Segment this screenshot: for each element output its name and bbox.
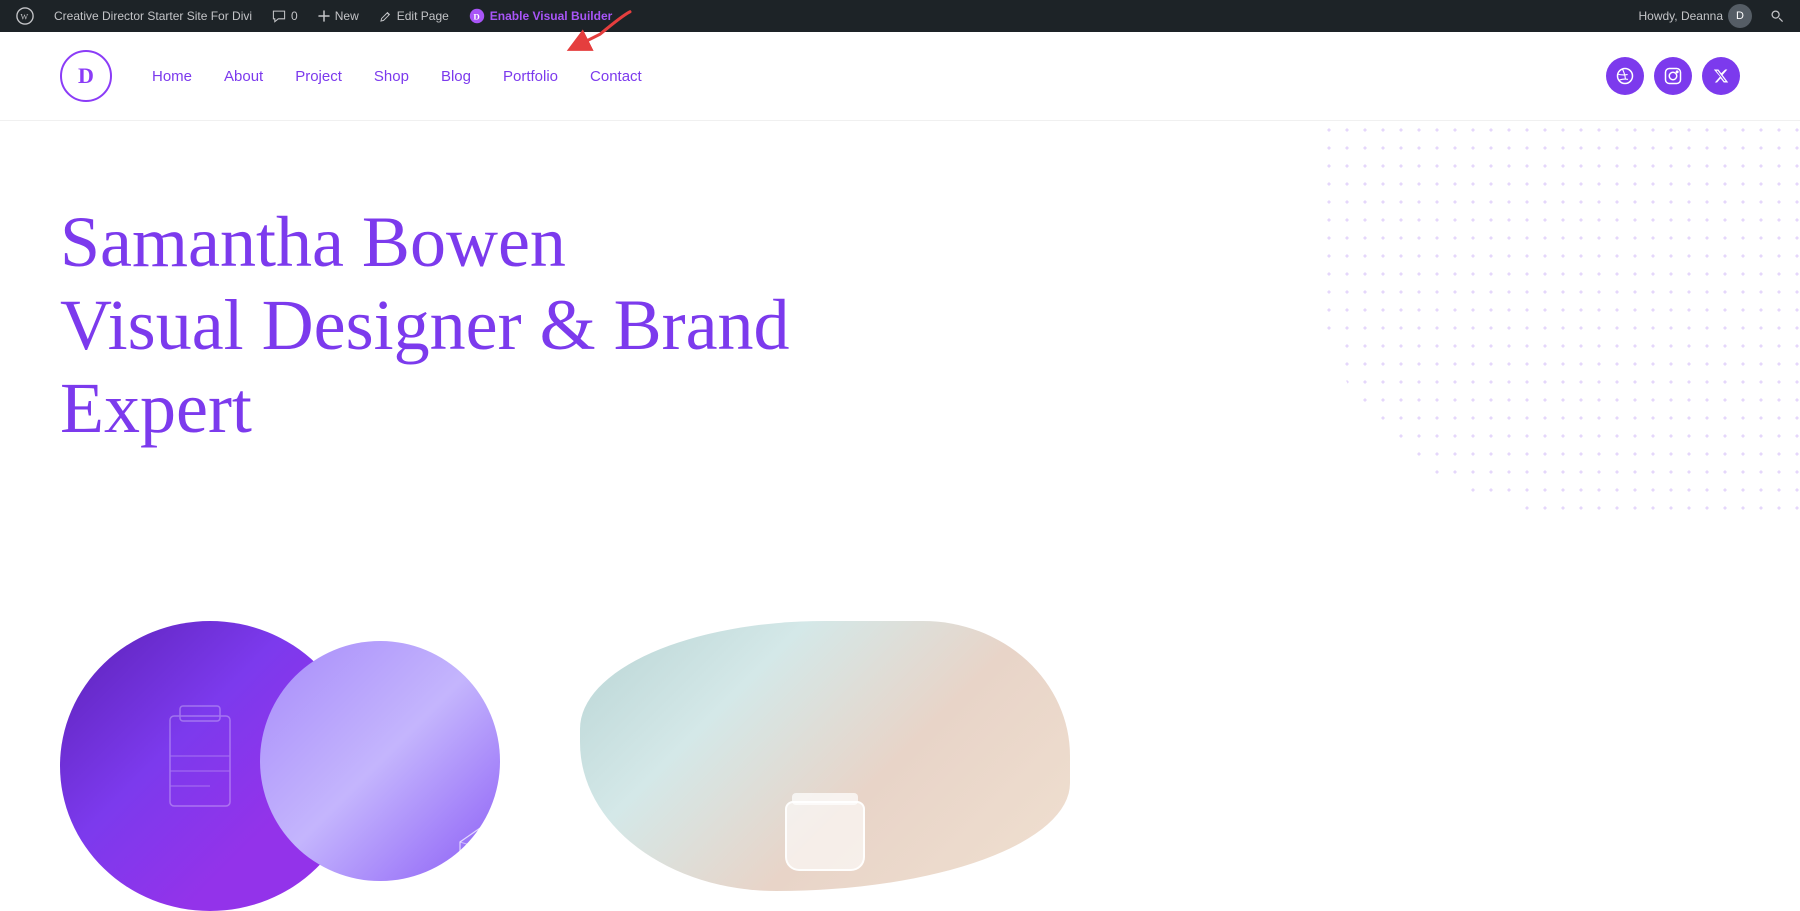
admin-bar: W Creative Director Starter Site For Div…	[0, 0, 1800, 32]
portfolio-preview-row	[0, 621, 1800, 911]
dribbble-icon[interactable]	[1606, 57, 1644, 95]
hero-headline: Samantha Bowen Visual Designer & Brand E…	[60, 201, 910, 449]
site-wrapper: D Home About Project Shop Blog Portfolio…	[0, 32, 1800, 911]
nav-shop[interactable]: Shop	[374, 68, 409, 85]
nav-about[interactable]: About	[224, 68, 263, 85]
nav-project[interactable]: Project	[295, 68, 342, 85]
search-admin-button[interactable]	[1762, 0, 1792, 32]
site-header: D Home About Project Shop Blog Portfolio…	[0, 32, 1800, 121]
portfolio-card-right[interactable]	[580, 621, 1080, 911]
site-logo[interactable]: D	[60, 50, 112, 102]
jar-lid	[792, 793, 858, 805]
comments-button[interactable]: 0	[264, 0, 306, 32]
portfolio-blob-shape	[580, 621, 1070, 891]
nav-blog[interactable]: Blog	[441, 68, 471, 85]
hero-section: Samantha Bowen Visual Designer & Brand E…	[0, 121, 1800, 621]
main-nav: Home About Project Shop Blog Portfolio C…	[152, 68, 642, 85]
instagram-icon[interactable]	[1654, 57, 1692, 95]
nav-home[interactable]: Home	[152, 68, 192, 85]
svg-text:D: D	[473, 12, 479, 22]
admin-bar-right: Howdy, Deanna D	[1631, 0, 1793, 32]
dot-pattern-decoration	[1320, 121, 1800, 521]
jar-illustration	[785, 801, 865, 871]
site-name[interactable]: Creative Director Starter Site For Divi	[46, 0, 260, 32]
howdy-label[interactable]: Howdy, Deanna D	[1631, 0, 1761, 32]
wp-logo[interactable]: W	[8, 0, 42, 32]
svg-text:W: W	[21, 13, 29, 22]
x-twitter-icon[interactable]	[1702, 57, 1740, 95]
wireframe-diamond-icon	[456, 822, 510, 881]
nav-contact[interactable]: Contact	[590, 68, 642, 85]
portfolio-card-left[interactable]	[60, 621, 540, 911]
enable-visual-builder-button[interactable]: D Enable Visual Builder	[461, 0, 620, 32]
new-button[interactable]: New	[310, 0, 367, 32]
nav-portfolio[interactable]: Portfolio	[503, 68, 558, 85]
edit-page-button[interactable]: Edit Page	[371, 0, 457, 32]
avatar: D	[1728, 4, 1752, 28]
social-icons	[1606, 57, 1740, 95]
